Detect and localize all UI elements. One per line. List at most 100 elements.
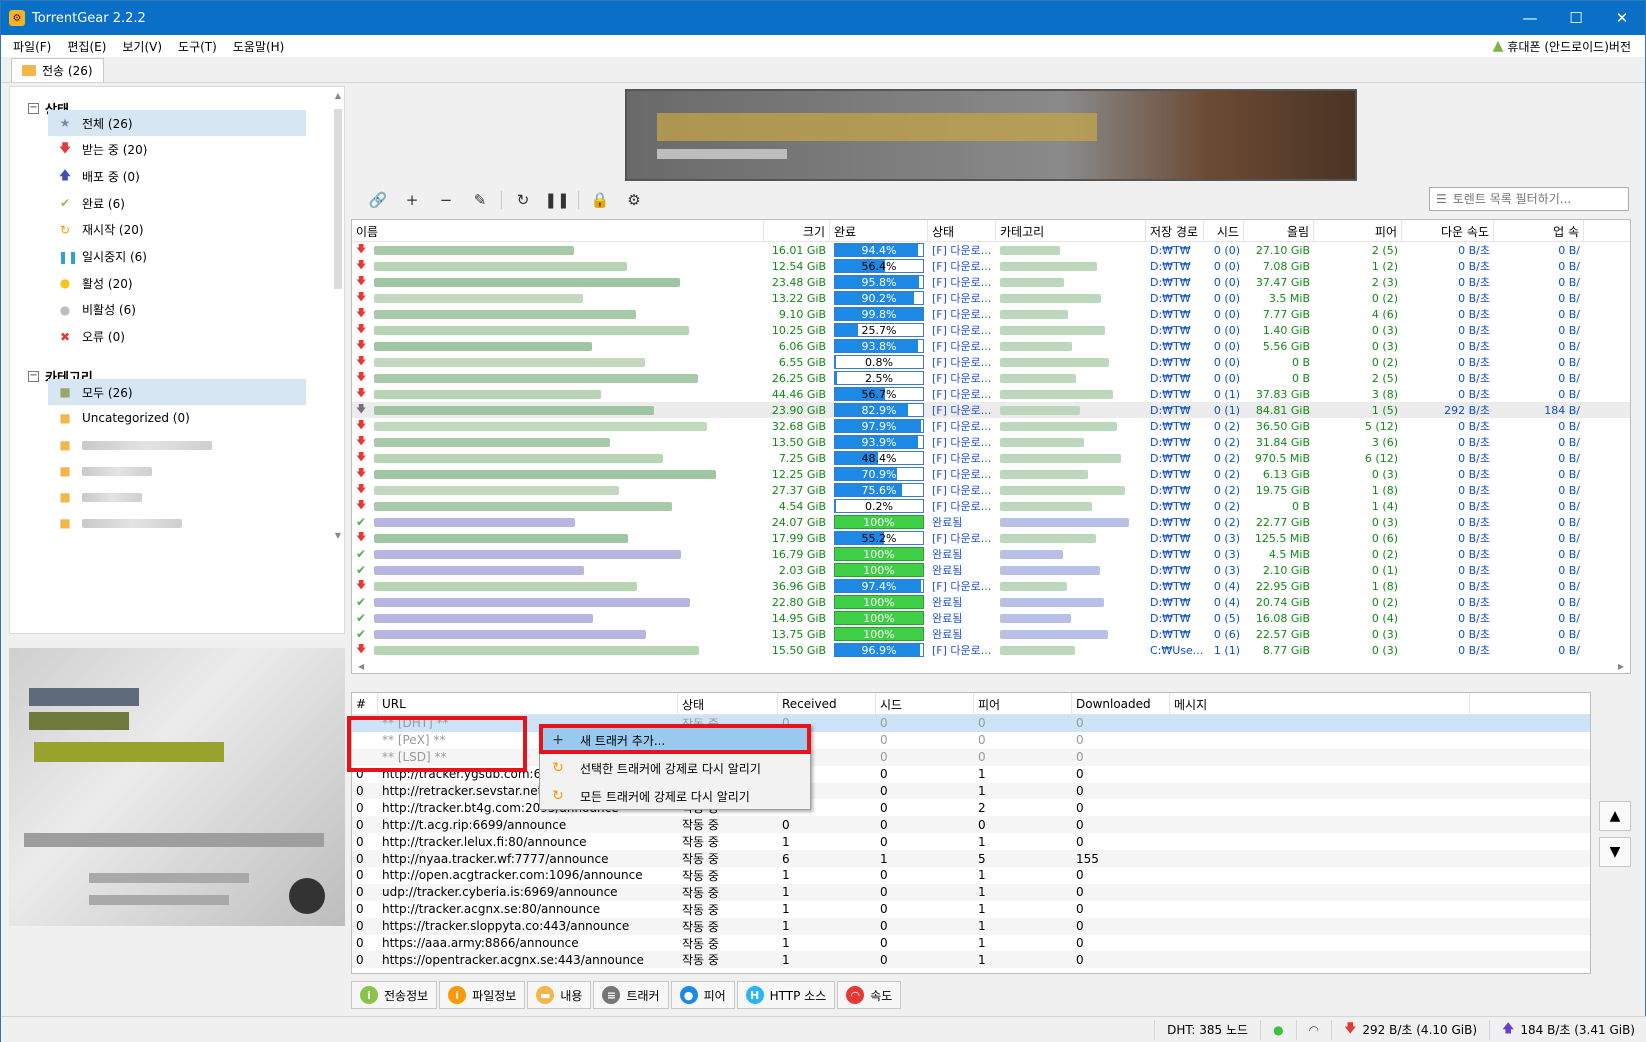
pause-button[interactable]: ❚❚ [540, 187, 574, 213]
banner-advertisement[interactable] [625, 89, 1357, 181]
detail-tab[interactable]: ≡ 트래커 [593, 981, 669, 1009]
sidebar-item-status[interactable]: ❚❚ 일시중지 (6) [48, 244, 306, 270]
sidebar-item-status[interactable]: ★ 전체 (26) [48, 110, 306, 136]
menu-file[interactable]: 파일(F) [5, 38, 59, 55]
detail-tab[interactable]: i 파일정보 [439, 981, 526, 1009]
torrent-row[interactable]: ✔ 14.95 GiB 100% 완료됨 D:₩T₩ 0 (5) 16.08 GiB 0 (4… [352, 610, 1630, 626]
column-header[interactable]: Downloaded [1072, 693, 1170, 715]
torrent-row[interactable]: 🡇 7.25 GiB 48.4% [F] 다운로... D:₩T₩ 0 (2) 970.5 … [352, 450, 1630, 466]
sidebar-item-all-categories[interactable]: ■ 모두 (26) [48, 379, 306, 405]
torrent-row[interactable]: 🡇 6.55 GiB 0.8% [F] 다운로... D:₩T₩ 0 (0) 0 B 0 (2… [352, 354, 1630, 370]
move-down-button[interactable]: ▼ [1599, 837, 1631, 867]
sidebar-item-status[interactable]: ↻ 재시작 (20) [48, 217, 306, 243]
torrent-row[interactable]: 🡇 32.68 GiB 97.9% [F] 다운로... D:₩T₩ 0 (2) 36.50… [352, 418, 1630, 434]
torrent-row[interactable]: 🡇 17.99 GiB 55.2% [F] 다운로... D:₩T₩ 0 (3) 125.5… [352, 530, 1630, 546]
context-menu-item[interactable]: ↻ 선택한 트래커에 강제로 다시 알리기 [542, 755, 808, 781]
torrent-row[interactable]: 🡇 4.54 GiB 0.2% [F] 다운로... D:₩T₩ 0 (2) 0 B 1 (4… [352, 498, 1630, 514]
minimize-button[interactable]: — [1507, 1, 1553, 35]
torrent-row[interactable]: 🡇 23.48 GiB 95.8% [F] 다운로... D:₩T₩ 0 (0) 37.47… [352, 274, 1630, 290]
column-header[interactable]: 올림 [1244, 220, 1314, 242]
column-header[interactable]: 메시지 [1170, 693, 1470, 715]
tracker-row[interactable]: ** [DHT] **작동 중0000 [352, 715, 1590, 732]
move-up-button[interactable]: ▲ [1599, 801, 1631, 831]
detail-tab[interactable]: H HTTP 소스 [736, 981, 836, 1009]
tracker-row[interactable]: 0 http://nyaa.tracker.wf:7777/announce 작동 … [352, 850, 1590, 868]
torrent-row[interactable]: 🡇 26.25 GiB 2.5% [F] 다운로... D:₩T₩ 0 (0) 0 B 2 (… [352, 370, 1630, 386]
torrent-row[interactable]: 🡇 12.54 GiB 56.4% [F] 다운로... D:₩T₩ 0 (0) 7.08 … [352, 258, 1630, 274]
column-header[interactable]: 업 속 [1494, 220, 1584, 242]
column-header[interactable]: 피어 [1314, 220, 1402, 242]
sidebar-item-status[interactable]: ✔ 완료 (6) [48, 190, 306, 216]
torrent-row[interactable]: 🡇 44.46 GiB 56.7% [F] 다운로... D:₩T₩ 0 (1) 37.83… [352, 386, 1630, 402]
torrent-row[interactable]: 🡇 16.01 GiB 94.4% [F] 다운로... D:₩T₩ 0 (0) 27.10… [352, 242, 1630, 258]
torrent-row[interactable]: 🡇 10.25 GiB 25.7% [F] 다운로... D:₩T₩ 0 (0) 1.40 … [352, 322, 1630, 338]
scroll-left-arrow-icon[interactable]: ◀ [358, 662, 364, 671]
tab-transfers[interactable]: 전송 (26) [11, 58, 104, 82]
column-header[interactable]: Received [778, 693, 876, 715]
tracker-row[interactable]: 0 https://tracker.sloppyta.co:443/announc… [352, 917, 1590, 935]
menu-tools[interactable]: 도구(T) [170, 38, 225, 55]
detail-tab[interactable]: ◠ 속도 [837, 981, 902, 1009]
tracker-row[interactable]: 0http://tracker.ygsub.com:6969/announce작… [352, 766, 1590, 783]
sidebar-item-status[interactable]: ● 활성 (20) [48, 270, 306, 296]
tracker-row[interactable]: 0 https://opentracker.acgnx.se:443/announ… [352, 951, 1590, 969]
speed-limit[interactable]: ◠ [1295, 1019, 1331, 1040]
scrollbar-thumb[interactable] [334, 109, 342, 289]
column-header[interactable]: 카테고리 [996, 220, 1146, 242]
column-header[interactable]: 상태 [678, 693, 778, 715]
torrent-row[interactable]: ✔ 24.07 GiB 100% 완료됨 D:₩T₩ 0 (2) 22.77 GiB 0 (3… [352, 514, 1630, 530]
tracker-row[interactable]: 0 http://t.acg.rip:6699/announce 작동 중 0 0 0 0 [352, 816, 1590, 834]
collapse-icon[interactable]: − [28, 103, 39, 114]
sidebar-item-status[interactable]: 🡅 배포 중 (0) [48, 163, 306, 189]
torrent-filter-field[interactable]: ☰ [1429, 187, 1629, 211]
collapse-icon[interactable]: − [28, 371, 39, 382]
sidebar-item-status[interactable]: 🡇 받는 중 (20) [48, 137, 306, 163]
torrent-row[interactable]: 🡇 12.25 GiB 70.9% [F] 다운로... D:₩T₩ 0 (2) 6.13 … [352, 466, 1630, 482]
torrent-row[interactable]: ✔ 2.03 GiB 100% 완료됨 D:₩T₩ 0 (3) 2.10 GiB 0 (1) 0… [352, 562, 1630, 578]
scroll-right-arrow-icon[interactable]: ▶ [1618, 662, 1624, 671]
sidebar-scrollbar[interactable]: ▲ ▼ [332, 91, 344, 629]
tracker-row[interactable]: ** [LSD] **작동 중0000 [352, 748, 1590, 766]
column-header[interactable]: 시드 [1204, 220, 1244, 242]
tracker-row[interactable]: 0 http://tracker.lelux.fi:80/announce 작동 중… [352, 833, 1590, 850]
torrent-row[interactable]: 🡇 23.90 GiB 82.9% [F] 다운로... D:₩T₩ 0 (1) 84.81… [352, 402, 1630, 418]
torrent-row[interactable]: ✔ 13.75 GiB 100% 완료됨 D:₩T₩ 0 (6) 22.57 GiB 0 (3… [352, 626, 1630, 642]
menu-edit[interactable]: 편집(E) [59, 38, 114, 55]
sidebar-item-category[interactable]: ■ [48, 484, 306, 510]
column-header[interactable]: 완료 [830, 220, 928, 242]
column-header[interactable]: 크기 [764, 220, 830, 242]
close-button[interactable]: ✕ [1599, 1, 1645, 35]
menu-help[interactable]: 도움말(H) [225, 38, 293, 55]
torrent-filter-input[interactable] [1452, 192, 1613, 206]
scroll-up-arrow-icon[interactable]: ▲ [332, 91, 344, 100]
column-header[interactable]: 저장 경로 [1146, 220, 1204, 242]
sidebar-item-category[interactable]: ■ [48, 458, 306, 484]
android-version-link[interactable]: ▲ 휴대폰 (안드로이드)버전 [1493, 38, 1631, 55]
column-header[interactable]: 피어 [974, 693, 1072, 715]
torrent-row[interactable]: 🡇 9.10 GiB 99.8% [F] 다운로... D:₩T₩ 0 (0) 7.77 G… [352, 306, 1630, 322]
tracker-row[interactable]: 0 udp://tracker.cyberia.is:6969/announce 작… [352, 883, 1590, 901]
torrent-row[interactable]: 🡇 13.22 GiB 90.2% [F] 다운로... D:₩T₩ 0 (0) 3.5 M… [352, 290, 1630, 306]
tracker-row[interactable]: ** [PeX] **작동 중0000 [352, 732, 1590, 749]
remove-button[interactable]: − [429, 187, 463, 213]
torrent-row[interactable]: 🡇 27.37 GiB 75.6% [F] 다운로... D:₩T₩ 0 (2) 19.75… [352, 482, 1630, 498]
torrent-row[interactable]: ✔ 22.80 GiB 100% 완료됨 D:₩T₩ 0 (4) 20.74 GiB 0 (2… [352, 594, 1630, 610]
detail-tab[interactable]: ● 피어 [670, 981, 735, 1009]
detail-tab[interactable]: i 전송정보 [351, 981, 438, 1009]
torrent-row[interactable]: ✔ 16.79 GiB 100% 완료됨 D:₩T₩ 0 (3) 4.5 MiB 0 (2) 0… [352, 546, 1630, 562]
column-header[interactable]: 다운 속도 [1402, 220, 1494, 242]
sidebar-item-status[interactable]: ✖ 오류 (0) [48, 324, 306, 350]
column-header[interactable]: 이름 [352, 220, 764, 242]
tracker-row[interactable]: 0 http://open.acgtracker.com:1096/announc… [352, 867, 1590, 884]
column-header[interactable]: 상태 [928, 220, 996, 242]
add-link-button[interactable]: 🔗 [361, 187, 395, 213]
context-menu-item[interactable]: ↻ 모든 트래커에 강제로 다시 알리기 [542, 783, 808, 809]
sidebar-advertisement[interactable] [9, 648, 345, 926]
torrent-row[interactable]: 🡇 36.96 GiB 97.4% [F] 다운로... D:₩T₩ 0 (4) 22.95… [352, 578, 1630, 594]
torrent-row[interactable]: 🡇 6.06 GiB 93.8% [F] 다운로... D:₩T₩ 0 (0) 5.56 G… [352, 338, 1630, 354]
torrent-row[interactable]: 🡇 15.50 GiB 96.9% [F] 다운로... C:₩Use... 1 (1) 8… [352, 642, 1630, 658]
lock-button[interactable]: 🔒 [583, 187, 617, 213]
scroll-down-arrow-icon[interactable]: ▼ [332, 531, 344, 540]
torrent-row[interactable]: 🡇 13.50 GiB 93.9% [F] 다운로... D:₩T₩ 0 (2) 31.84… [352, 434, 1630, 450]
column-header[interactable]: URL [378, 693, 678, 715]
